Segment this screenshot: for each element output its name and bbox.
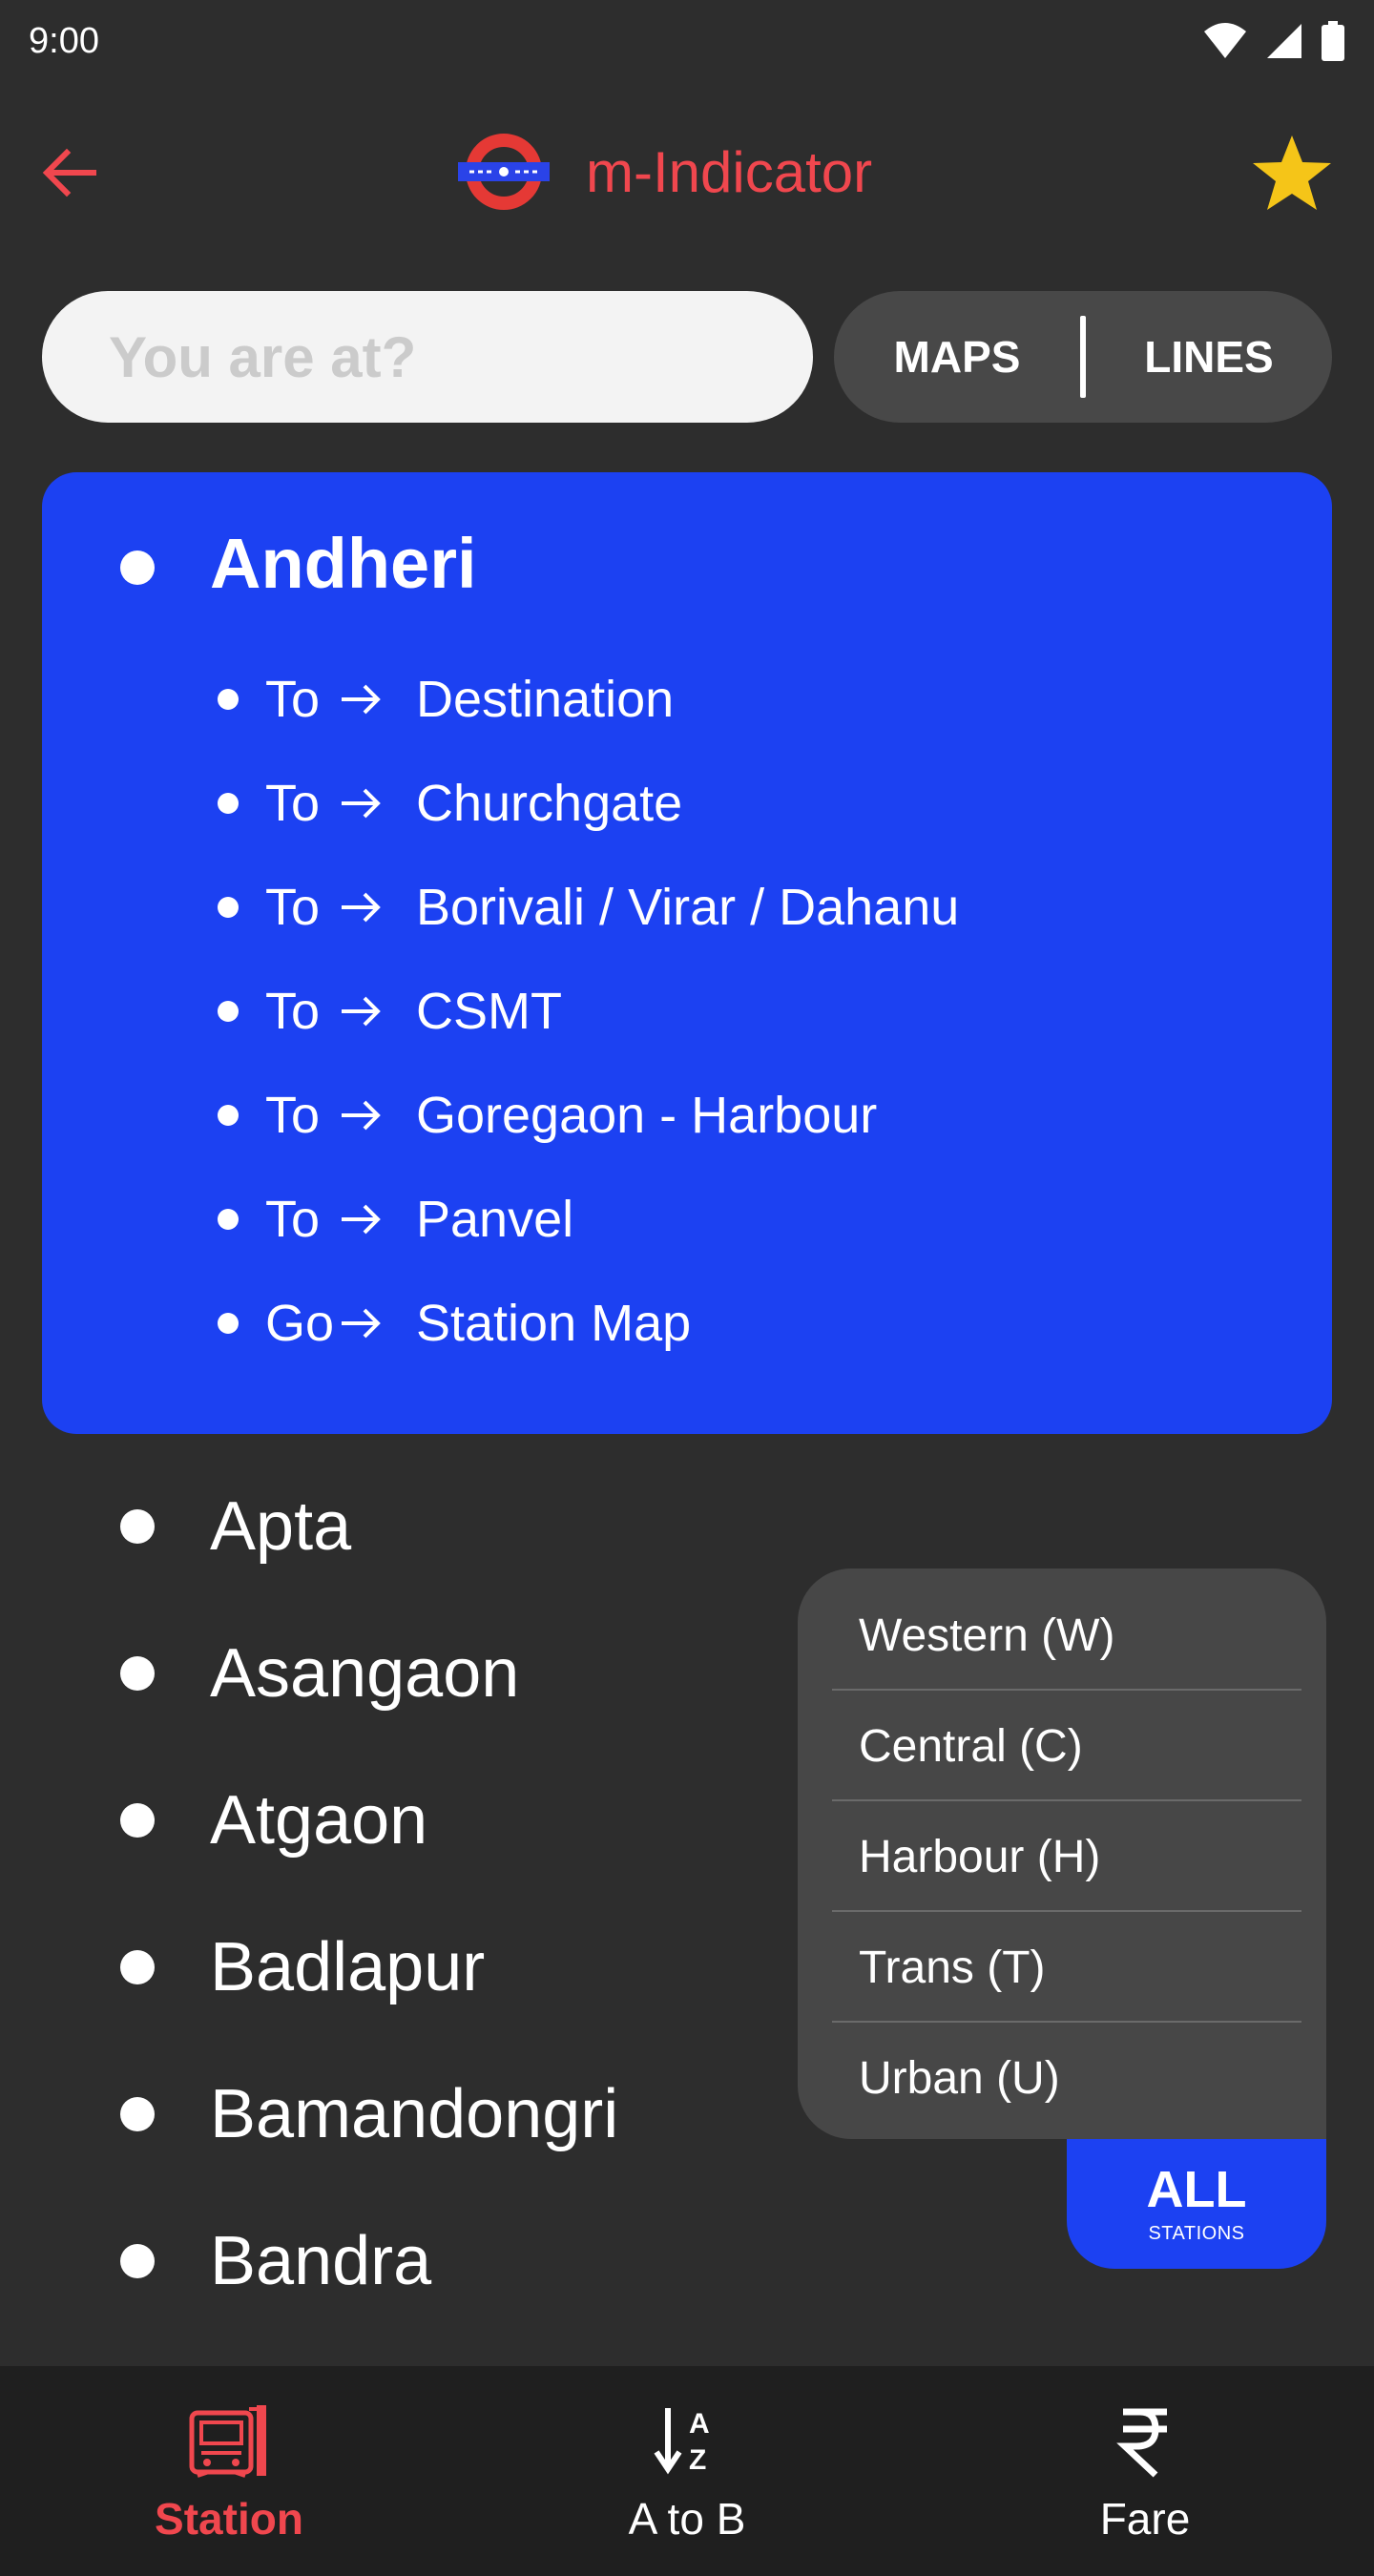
app-bar: m-Indicator [0,114,1374,229]
route-bullet [218,897,239,918]
station-name: Apta [210,1488,352,1565]
route-bullet [218,1209,239,1230]
status-bar: 9:00 [0,0,1374,82]
route-item[interactable]: To Churchgate [218,765,682,841]
station-name: Bamandongri [210,2076,619,2152]
route-destination: Goregaon - Harbour [416,1087,878,1144]
filter-urban[interactable]: Urban (U) [832,2023,1300,2133]
route-prefix: To [265,983,321,1040]
maps-lines-toggle: MAPS LINES [834,291,1332,423]
arrow-left-icon [42,148,96,197]
nav-label: Fare [1099,2494,1191,2544]
route-destination: Station Map [416,1295,692,1352]
route-bullet [218,793,239,814]
route-item[interactable]: To Destination [218,661,674,737]
arrow-right-icon [338,784,416,822]
route-prefix: To [265,1087,321,1144]
station-bullet [120,2097,155,2131]
route-bullet [218,1313,239,1334]
arrow-right-icon [338,680,416,718]
arrow-right-icon [338,1096,416,1134]
train-icon [186,2398,272,2483]
route-prefix: To [265,775,321,832]
battery-icon [1322,21,1344,61]
all-stations-label: ALL [1146,2160,1247,2218]
status-icons [1202,21,1345,61]
lines-button[interactable]: LINES [1086,291,1332,423]
svg-text:A: A [689,2408,710,2440]
route-destination: Destination [416,671,675,728]
favorite-button[interactable] [1250,132,1334,216]
route-bullet [218,1105,239,1126]
nav-fare[interactable]: Fare [916,2366,1374,2576]
back-button[interactable] [38,141,101,204]
station-list-item[interactable]: Atgaon [0,1768,859,1873]
route-item[interactable]: To Borivali / Virar / Dahanu [218,869,959,945]
maps-button[interactable]: MAPS [834,291,1080,423]
route-item[interactable]: To Panvel [218,1181,573,1257]
route-destination: Churchgate [416,775,683,832]
route-item[interactable]: Go Station Map [218,1285,691,1361]
app-title-group: m-Indicator [456,134,872,210]
filter-central[interactable]: Central (C) [832,1691,1300,1801]
m-indicator-logo-icon [458,134,550,210]
arrow-right-icon [338,1304,416,1342]
status-time: 9:00 [29,20,99,61]
station-bullet [120,551,155,585]
filter-harbour[interactable]: Harbour (H) [832,1801,1300,1912]
station-list-item[interactable]: Badlapur [0,1915,859,2020]
route-prefix: To [265,671,321,728]
route-item[interactable]: To CSMT [218,973,562,1049]
station-name: Badlapur [210,1929,486,2005]
selected-station-name[interactable]: Andheri [210,523,477,604]
rupee-icon [1102,2398,1188,2483]
station-search-input[interactable] [42,291,813,423]
station-list-item[interactable]: Bandra [0,2209,859,2314]
app-title: m-Indicator [586,139,873,204]
line-filter-menu: Western (W) Central (C) Harbour (H) Tran… [798,1568,1326,2139]
station-bullet [120,2244,155,2278]
route-prefix: To [265,1191,321,1248]
station-list-item[interactable]: Apta [0,1474,859,1579]
star-icon [1253,135,1331,210]
filter-western[interactable]: Western (W) [832,1580,1300,1691]
station-name: Atgaon [210,1782,428,1859]
arrow-right-icon [338,992,416,1030]
cellular-signal-icon [1267,24,1301,58]
wifi-icon [1204,23,1246,58]
station-bullet [120,1803,155,1838]
sort-az-icon: A Z [644,2398,730,2483]
station-name: Bandra [210,2223,432,2299]
nav-a-to-b[interactable]: A Z A to B [458,2366,916,2576]
route-bullet [218,1001,239,1022]
filter-trans[interactable]: Trans (T) [832,1912,1300,2023]
arrow-right-icon [338,888,416,926]
all-stations-button[interactable]: ALL STATIONS [1067,2139,1326,2269]
bottom-navigation: Station A Z A to B Fare [0,2366,1374,2576]
station-name: Asangaon [210,1635,520,1712]
route-bullet [218,689,239,710]
station-bullet [120,1950,155,1984]
station-bullet [120,1509,155,1544]
route-prefix: Go [265,1295,335,1352]
route-prefix: To [265,879,321,936]
route-destination: CSMT [416,983,562,1040]
selected-station-card: Andheri To Destination To Churchgate To … [42,472,1332,1434]
svg-text:Z: Z [689,2444,706,2476]
all-stations-sublabel: STATIONS [1148,2222,1245,2244]
nav-label: Station [155,2494,303,2544]
nav-station[interactable]: Station [0,2366,458,2576]
station-bullet [120,1656,155,1691]
arrow-right-icon [338,1200,416,1238]
route-destination: Panvel [416,1191,574,1248]
station-list-item[interactable]: Bamandongri [0,2062,859,2167]
route-destination: Borivali / Virar / Dahanu [416,879,960,936]
nav-label: A to B [628,2494,746,2544]
station-list-item[interactable]: Asangaon [0,1621,859,1726]
route-item[interactable]: To Goregaon - Harbour [218,1077,877,1153]
